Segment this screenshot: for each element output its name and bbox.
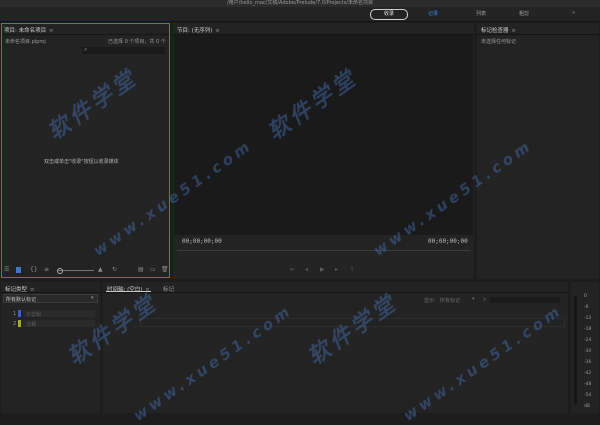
list-view-icon[interactable]: ☰ [4, 266, 9, 273]
icon-view-icon[interactable] [16, 267, 21, 273]
zoom-slider-handle[interactable] [57, 268, 63, 274]
divider [103, 292, 568, 293]
project-panel-title: 项目: 未命名项目 ≡ [4, 26, 53, 34]
marker-num: 2 [13, 321, 17, 327]
divider [2, 34, 169, 35]
chevron-down-icon: ▾ [91, 295, 94, 301]
meter-label: -54 [584, 393, 592, 398]
meter-label: -18 [584, 327, 592, 332]
chevron-down-icon: ▾ [472, 296, 475, 302]
marker-type-label: 注释 [26, 322, 37, 328]
ingest-button[interactable]: 收录 [370, 9, 408, 20]
delete-icon[interactable]: 🗑 [161, 266, 169, 273]
selection-count: 已选择 0 个项目，共 0 个 [108, 39, 166, 45]
show-label: 显示: [424, 298, 436, 304]
marker-inspector-panel [477, 23, 599, 279]
project-path: 未命名项目.plproj [5, 39, 46, 45]
marker-color-swatch [18, 320, 21, 327]
divider [1, 292, 100, 293]
new-item-icon[interactable]: ▤ [138, 266, 144, 273]
meter-label: -36 [584, 360, 592, 365]
window-title: /用户/hello_mac/文稿/Adobe/Prelude/7.0/Proje… [0, 0, 600, 7]
meter-label: -24 [584, 338, 592, 343]
freeform-view-icon[interactable]: {} [30, 266, 38, 273]
tab-list[interactable]: 列表 [476, 10, 486, 17]
sort-icon[interactable]: ≡ [44, 266, 49, 273]
zoom-slider[interactable] [58, 270, 94, 271]
mark-in-icon[interactable]: ⇤ [290, 266, 295, 273]
meter-bar-left [574, 296, 577, 404]
meter-label: 0 [584, 294, 587, 299]
search-input[interactable] [82, 47, 165, 54]
workspace-bar [0, 7, 600, 22]
marker-color-swatch [18, 310, 21, 317]
project-panel [1, 23, 170, 278]
meter-label: dB [584, 404, 590, 409]
duration-timecode: 00;00;00;00 [428, 238, 468, 245]
step-back-icon[interactable]: ◂ [305, 266, 308, 273]
meter-label: -48 [584, 382, 592, 387]
export-frame-icon[interactable]: ⇪ [350, 266, 355, 273]
timeline-search-input[interactable] [490, 297, 560, 303]
no-marker-message: 未选择任何标记 [481, 39, 517, 45]
meter-label: -12 [584, 316, 592, 321]
inspector-title: 标记检查器 ≡ [481, 26, 516, 34]
marker-type-label: 子剪辑 [26, 312, 42, 318]
play-icon[interactable]: ▶ [320, 266, 325, 273]
new-bin-icon[interactable]: ▭ [150, 266, 156, 273]
search-icon[interactable]: ⌕ [483, 296, 486, 304]
meter-label: -30 [584, 349, 592, 354]
monitor-title: 节目: (无序列) ≡ [177, 26, 220, 34]
marker-set-value: 所有默认标记 [6, 297, 37, 303]
refresh-icon[interactable]: ↻ [112, 266, 117, 273]
meter-label: -6 [584, 305, 589, 310]
divider [477, 34, 599, 35]
tab-rough-cut[interactable]: 粗剪 [519, 10, 529, 17]
current-timecode[interactable]: 00;00;00;00 [182, 238, 222, 245]
marker-num: 1 [13, 311, 17, 317]
search-icon: ⌕ [84, 46, 88, 53]
mountain-small-icon: ▲ [98, 266, 103, 273]
show-filter-dropdown[interactable]: 所有标记 [440, 297, 460, 304]
empty-hint: 双击或单击"收录"按钮以收录媒体 [44, 159, 119, 165]
step-forward-icon[interactable]: ▸ [335, 266, 338, 273]
tab-logging[interactable]: 记录 [428, 10, 438, 17]
meter-label: -42 [584, 371, 592, 376]
workspace-overflow-icon[interactable]: » [572, 10, 575, 16]
scrub-bar[interactable] [177, 250, 470, 251]
